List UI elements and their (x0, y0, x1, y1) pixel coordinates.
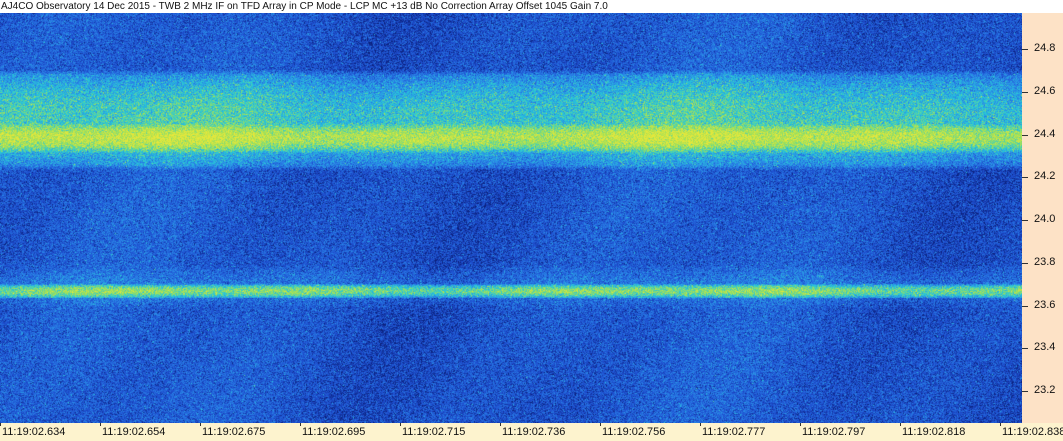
y-tick-label: 24.8 (1034, 42, 1056, 54)
y-tick-mark (1022, 135, 1028, 136)
x-tick-mark (0, 423, 1, 426)
x-tick-label: 11:19:02.838 (1002, 426, 1063, 438)
x-tick-label: 11:19:02.736 (502, 426, 566, 438)
x-tick-mark (100, 423, 101, 426)
title-bar: AJ4CO Observatory 14 Dec 2015 - TWB 2 MH… (0, 0, 1063, 13)
x-tick-mark (900, 423, 901, 426)
x-tick-mark (400, 423, 401, 426)
x-tick-mark (300, 423, 301, 426)
y-tick-label: 23.8 (1034, 256, 1056, 268)
x-tick-label: 11:19:02.756 (602, 426, 666, 438)
x-tick-mark (500, 423, 501, 426)
y-tick-mark (1022, 177, 1028, 178)
frequency-axis: 24.8 24.6 24.4 24.2 24.0 23.8 23.6 23.4 23.2 (1022, 13, 1063, 423)
x-tick-label: 11:19:02.797 (802, 426, 866, 438)
y-tick-label: 24.0 (1034, 213, 1056, 225)
waterfall-canvas[interactable] (0, 13, 1022, 423)
y-tick-mark (1022, 92, 1028, 93)
x-tick-mark (1000, 423, 1001, 426)
y-tick-label: 23.2 (1034, 384, 1056, 396)
x-tick-label: 11:19:02.634 (2, 426, 66, 438)
time-axis: 11:19:02.634 11:19:02.654 11:19:02.675 11:1… (0, 423, 1063, 441)
x-tick-mark (200, 423, 201, 426)
y-tick-mark (1022, 306, 1028, 307)
y-tick-mark (1022, 391, 1028, 392)
x-tick-label: 11:19:02.675 (202, 426, 266, 438)
x-tick-label: 11:19:02.818 (902, 426, 966, 438)
x-tick-label: 11:19:02.715 (402, 426, 466, 438)
y-tick-label: 23.6 (1034, 299, 1056, 311)
y-tick-label: 24.4 (1034, 128, 1056, 140)
y-tick-label: 23.4 (1034, 341, 1056, 353)
y-tick-label: 24.6 (1034, 85, 1056, 97)
y-tick-mark (1022, 220, 1028, 221)
chart-title: AJ4CO Observatory 14 Dec 2015 - TWB 2 MH… (1, 1, 608, 12)
y-tick-label: 24.2 (1034, 170, 1056, 182)
x-tick-mark (800, 423, 801, 426)
y-tick-mark (1022, 49, 1028, 50)
x-tick-label: 11:19:02.777 (702, 426, 766, 438)
y-tick-mark (1022, 263, 1028, 264)
x-tick-label: 11:19:02.695 (302, 426, 366, 438)
y-tick-mark (1022, 348, 1028, 349)
spectrogram-window: AJ4CO Observatory 14 Dec 2015 - TWB 2 MH… (0, 0, 1063, 441)
x-tick-label: 11:19:02.654 (102, 426, 166, 438)
x-tick-mark (600, 423, 601, 426)
waterfall-plot[interactable] (0, 13, 1022, 423)
x-tick-mark (700, 423, 701, 426)
